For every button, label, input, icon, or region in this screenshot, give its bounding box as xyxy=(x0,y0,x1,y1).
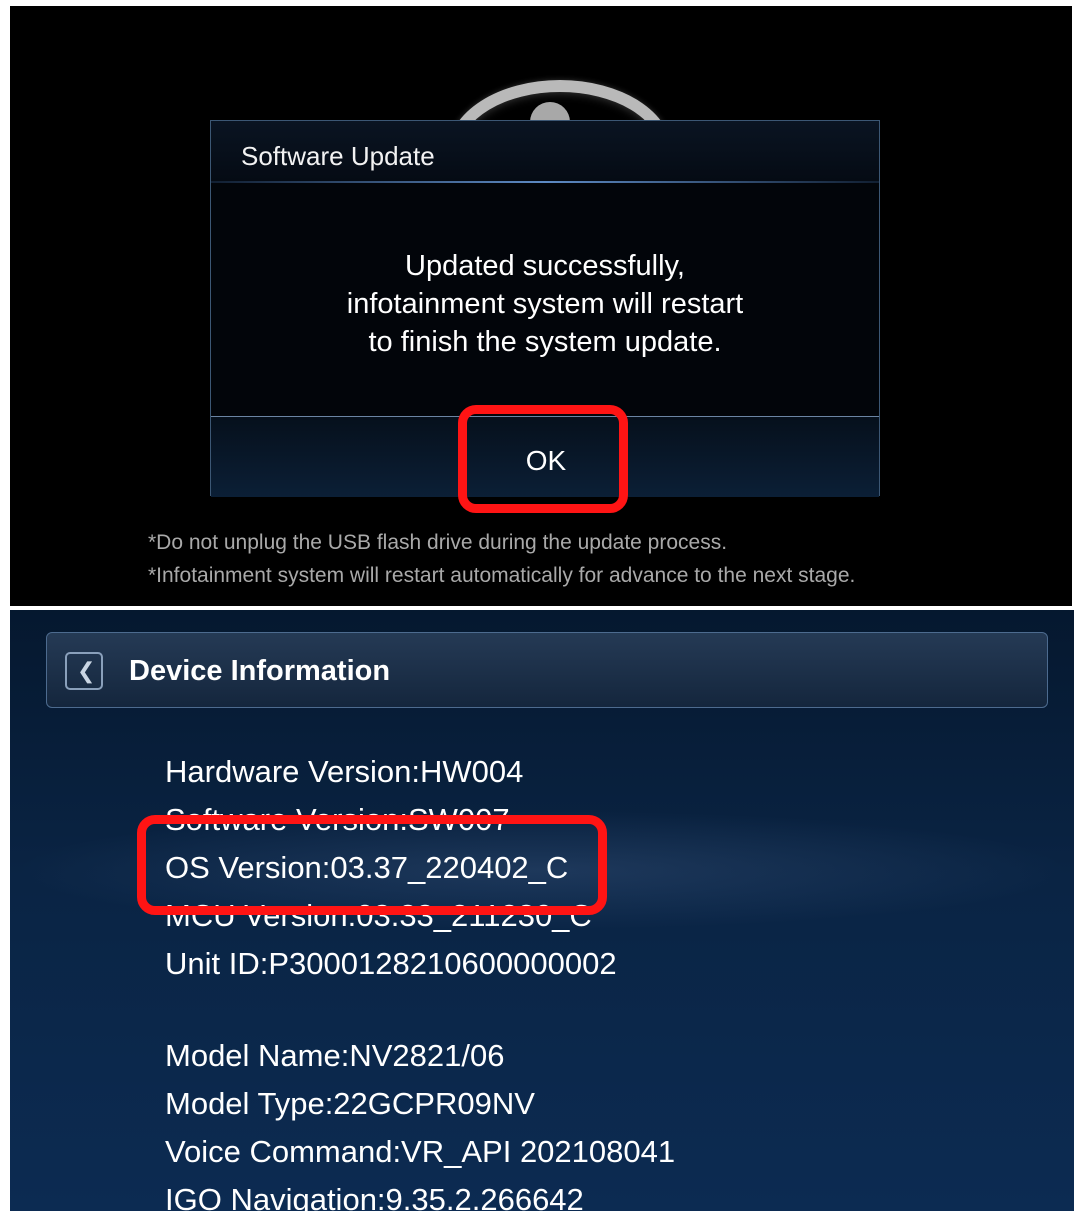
dialog-message-line: Updated successfully, xyxy=(405,250,685,282)
ok-button[interactable]: OK xyxy=(476,417,616,497)
dialog-header: Software Update xyxy=(211,121,879,181)
info-software-version: Software Version:SW007 xyxy=(165,802,510,837)
device-information-screen: ❮ Device Information Hardware Version:HW… xyxy=(10,610,1074,1211)
footnote: *Infotainment system will restart automa… xyxy=(148,564,856,587)
software-update-screen: Software Update Updated successfully, in… xyxy=(10,6,1072,606)
update-footnotes: *Do not unplug the USB flash drive durin… xyxy=(148,526,855,592)
device-info-header: ❮ Device Information xyxy=(46,632,1048,708)
dialog-header-divider xyxy=(211,181,879,183)
device-info-list: Hardware Version:HW004 Software Version:… xyxy=(165,748,675,1211)
info-hardware-version: Hardware Version:HW004 xyxy=(165,754,524,789)
dialog-message-line: infotainment system will restart xyxy=(346,288,744,320)
info-unit-id: Unit ID:P3000128210600000002 xyxy=(165,946,617,981)
info-igo-navigation: IGO Navigation:9.35.2.266642 xyxy=(165,1182,584,1211)
dialog-title: Software Update xyxy=(241,141,435,171)
info-model-type: Model Type:22GCPR09NV xyxy=(165,1086,535,1121)
dialog-message: Updated successfully, infotainment syste… xyxy=(211,247,879,361)
list-spacer xyxy=(165,988,675,1032)
page-title: Device Information xyxy=(129,655,391,687)
info-mcu-version: MCU Version:03.33_211230_C xyxy=(165,898,592,933)
info-model-name: Model Name:NV2821/06 xyxy=(165,1038,505,1073)
footnote: *Do not unplug the USB flash drive durin… xyxy=(148,531,728,554)
info-os-version: OS Version:03.37_220402_C xyxy=(165,850,569,885)
chevron-left-icon: ❮ xyxy=(77,658,96,683)
dialog-message-line: to finish the system update. xyxy=(368,326,722,358)
info-voice-command: Voice Command:VR_API 202108041 xyxy=(165,1134,676,1169)
back-button[interactable]: ❮ xyxy=(65,652,103,690)
screenshot-composite: Software Update Updated successfully, in… xyxy=(0,0,1074,1211)
dialog-footer: OK xyxy=(211,416,879,497)
software-update-dialog: Software Update Updated successfully, in… xyxy=(210,120,880,497)
